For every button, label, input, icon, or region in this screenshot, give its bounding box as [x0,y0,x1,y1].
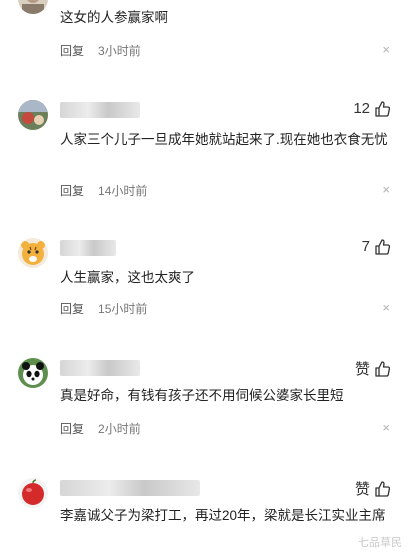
comment-time: 2小时前 [98,422,141,436]
thumbs-up-icon [374,360,390,377]
comment-meta: 回复 2小时前 [60,420,141,437]
like-button[interactable]: 7 [362,238,390,255]
username-blurred [60,102,140,118]
like-label: 赞 [354,481,370,498]
thumbs-up-icon [374,480,390,497]
like-label: 赞 [354,361,370,378]
comment-text: 人家三个儿子一旦成年她就站起来了.现在她也衣食无忧 [60,132,388,147]
comment-meta: 回复 3小时前 [60,42,141,59]
avatar-icon [18,100,48,130]
comment-time: 15小时前 [98,302,148,316]
username-blurred [60,360,140,376]
avatar[interactable] [18,358,48,388]
comment-text: 人生赢家，这也太爽了 [60,270,195,285]
like-button[interactable]: 12 [353,100,390,117]
close-icon[interactable]: × [382,43,390,56]
username-blurred [60,240,116,256]
reply-button[interactable]: 回复 [60,420,84,437]
comment-text: 真是好命，有钱有孩子还不用伺候公婆家长里短 [60,388,344,403]
avatar[interactable] [18,100,48,130]
avatar[interactable] [18,238,48,268]
reply-button[interactable]: 回复 [60,300,84,317]
apple-avatar-icon [18,478,48,508]
panda-avatar-icon [18,358,48,388]
thumbs-up-icon [374,100,390,117]
close-icon[interactable]: × [382,183,390,196]
reply-button[interactable]: 回复 [60,182,84,199]
comment-text: 这女的人参赢家啊 [60,10,168,25]
thumbs-up-icon [374,238,390,255]
comment-meta: 回复 15小时前 [60,300,147,317]
tiger-avatar-icon [18,238,48,268]
like-button[interactable]: 赞 [355,478,390,499]
comment-meta: 回复 14小时前 [60,182,147,199]
like-count: 12 [353,100,370,117]
close-icon[interactable]: × [382,301,390,314]
avatar[interactable] [18,478,48,508]
avatar-icon [18,0,48,14]
close-icon[interactable]: × [382,421,390,434]
comment-time: 14小时前 [98,184,148,198]
comment-time: 3小时前 [98,44,141,58]
avatar[interactable] [18,0,48,14]
watermark: 七品草民 [358,537,402,549]
comment-text: 李嘉诚父子为梁打工，再过20年，梁就是长江实业主席 [60,508,386,523]
like-button[interactable]: 赞 [355,358,390,379]
username-blurred [60,480,200,496]
like-count: 7 [361,238,370,255]
reply-button[interactable]: 回复 [60,42,84,59]
